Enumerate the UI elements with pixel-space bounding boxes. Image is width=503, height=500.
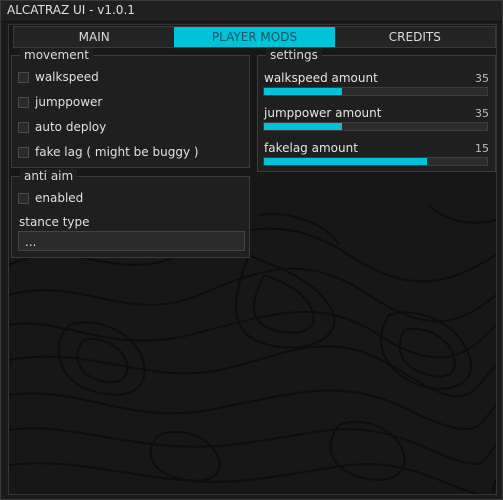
- anti-aim-enabled-label: enabled: [35, 191, 84, 205]
- walkspeed-amount-slider[interactable]: [263, 87, 488, 96]
- anti-aim-enabled-toggle[interactable]: enabled: [18, 190, 83, 206]
- anti-aim-panel: anti aim enabled stance type ...: [11, 169, 250, 258]
- auto-deploy-label: auto deploy: [35, 120, 107, 134]
- fake-lag-toggle[interactable]: fake lag ( might be buggy ): [18, 144, 199, 160]
- auto-deploy-checkbox[interactable]: [18, 121, 29, 133]
- fakelag-amount-slider[interactable]: [263, 157, 488, 166]
- jumppower-toggle[interactable]: jumppower: [18, 94, 102, 110]
- fakelag-amount-value: 15: [475, 142, 489, 155]
- stance-type-dropdown[interactable]: ...: [18, 231, 245, 251]
- jumppower-checkbox[interactable]: [18, 96, 29, 108]
- jumppower-amount-value: 35: [475, 107, 489, 120]
- settings-panel: settings walkspeed amount 35 jumppower a…: [257, 48, 496, 172]
- walkspeed-label: walkspeed: [35, 70, 99, 84]
- jumppower-amount-label: jumppower amount: [264, 106, 382, 120]
- window-title: ALCATRAZ UI - v1.0.1: [7, 3, 135, 17]
- fake-lag-checkbox[interactable]: [18, 146, 29, 158]
- auto-deploy-toggle[interactable]: auto deploy: [18, 119, 106, 135]
- jumppower-amount-slider-fill: [264, 123, 343, 130]
- tab-main[interactable]: MAIN: [14, 27, 174, 47]
- movement-panel: movement walkspeed jumppower auto deploy…: [11, 48, 250, 168]
- title-bar[interactable]: ALCATRAZ UI - v1.0.1: [1, 1, 502, 22]
- walkspeed-toggle[interactable]: walkspeed: [18, 69, 99, 85]
- fake-lag-label: fake lag ( might be buggy ): [35, 145, 199, 159]
- walkspeed-amount-slider-fill: [264, 88, 343, 95]
- walkspeed-amount-label: walkspeed amount: [264, 71, 378, 85]
- tab-credits[interactable]: CREDITS: [335, 27, 495, 47]
- settings-panel-title: settings: [266, 48, 322, 62]
- tab-player-mods[interactable]: PLAYER MODS: [174, 27, 335, 47]
- anti-aim-enabled-checkbox[interactable]: [18, 192, 29, 204]
- tab-bar: MAIN PLAYER MODS CREDITS: [13, 26, 496, 48]
- main-window: ALCATRAZ UI - v1.0.1 MAIN PLAYER MODS CR…: [0, 0, 503, 500]
- jumppower-amount-slider[interactable]: [263, 122, 488, 131]
- jumppower-label: jumppower: [35, 95, 103, 109]
- walkspeed-amount-value: 35: [475, 72, 489, 85]
- fakelag-amount-slider-fill: [264, 158, 427, 165]
- content-area: MAIN PLAYER MODS CREDITS movement walksp…: [8, 24, 497, 495]
- walkspeed-checkbox[interactable]: [18, 71, 29, 83]
- movement-panel-title: movement: [20, 48, 93, 62]
- stance-type-label: stance type: [19, 215, 90, 229]
- anti-aim-panel-title: anti aim: [20, 169, 78, 183]
- fakelag-amount-label: fakelag amount: [264, 141, 358, 155]
